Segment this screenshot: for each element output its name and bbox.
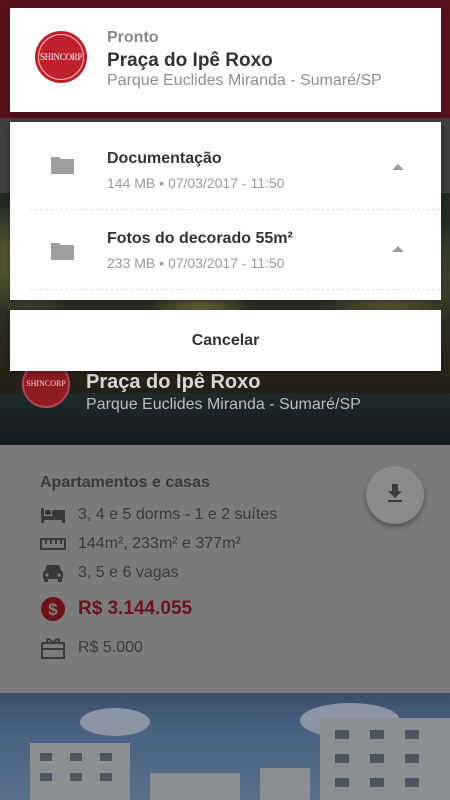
- file-item-documentacao[interactable]: Documentação 144 MB • 07/03/2017 - 11:50: [10, 122, 441, 204]
- file-name: Fotos do decorado 55m²: [107, 230, 293, 247]
- file-meta: 233 MB • 07/03/2017 - 11:50: [107, 255, 285, 271]
- chevron-up-icon[interactable]: [392, 164, 404, 170]
- background-page: SHINCORP Praça do Ipê Roxo Parque Euclid…: [0, 0, 450, 800]
- section-heading: Apartamentos e casas: [40, 474, 210, 491]
- file-list-card: Documentação 144 MB • 07/03/2017 - 11:50…: [10, 122, 441, 300]
- dollar-icon: $: [40, 597, 66, 621]
- feature-bonus: R$ 5.000: [40, 637, 143, 659]
- file-item-fotos[interactable]: Fotos do decorado 55m² 233 MB • 07/03/20…: [10, 210, 441, 292]
- svg-text:$: $: [48, 600, 58, 619]
- hero-title: Praça do Ipê Roxo: [86, 371, 261, 393]
- gift-icon: [40, 637, 66, 659]
- hero-subtitle: Parque Euclides Miranda - Sumaré/SP: [86, 396, 361, 413]
- cancel-label: Cancelar: [191, 331, 260, 349]
- file-meta: 144 MB • 07/03/2017 - 11:50: [107, 175, 285, 191]
- download-button[interactable]: [366, 466, 424, 524]
- feature-price: $ R$ 3.144.055: [40, 597, 192, 621]
- feature-bedrooms: 3, 4 e 5 dorms - 1 e 2 suítes: [40, 504, 277, 526]
- folder-icon: [50, 155, 75, 175]
- building-photo: [0, 693, 450, 800]
- divider: [30, 289, 440, 290]
- file-name: Documentação: [107, 150, 222, 167]
- shincorp-logo: SHINCORP: [35, 31, 87, 83]
- chevron-up-icon[interactable]: [392, 246, 404, 252]
- car-icon: [40, 562, 66, 584]
- bed-icon: [40, 504, 66, 526]
- feature-area: 144m², 233m² e 377m²: [40, 533, 241, 555]
- download-icon: [386, 483, 404, 508]
- project-location: Parque Euclides Miranda - Sumaré/SP: [107, 72, 382, 89]
- folder-icon: [50, 241, 75, 261]
- status-label: Pronto: [107, 29, 159, 46]
- ruler-icon: [40, 533, 66, 555]
- cancel-button[interactable]: Cancelar: [10, 310, 441, 371]
- feature-parking: 3, 5 e 6 vagas: [40, 562, 179, 584]
- project-title: Praça do Ipê Roxo: [107, 50, 273, 71]
- project-header-card: SHINCORP Pronto Praça do Ipê Roxo Parque…: [10, 8, 441, 112]
